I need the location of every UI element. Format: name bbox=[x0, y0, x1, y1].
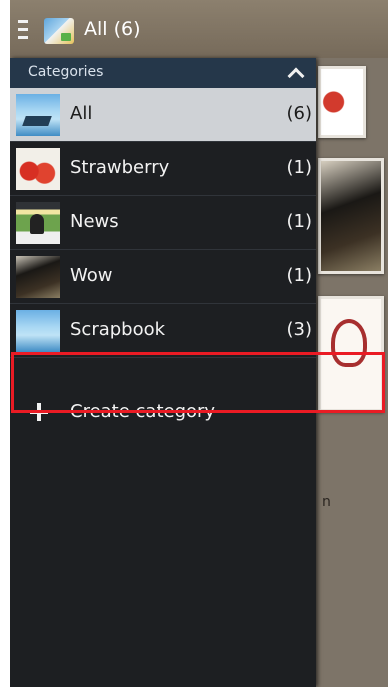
category-count: (3) bbox=[286, 319, 313, 340]
app-bar: All (6) bbox=[10, 0, 388, 58]
menu-icon[interactable] bbox=[18, 20, 30, 42]
category-name: News bbox=[70, 211, 119, 232]
chevron-up-icon[interactable] bbox=[287, 67, 305, 85]
category-thumbnail bbox=[16, 202, 60, 244]
category-name: Wow bbox=[70, 265, 113, 286]
background-thumbnail bbox=[318, 66, 366, 138]
drawer-header-label: Categories bbox=[28, 64, 104, 80]
category-count: (1) bbox=[286, 211, 313, 232]
screen: All (6) n Categories All (6) Strawberry … bbox=[10, 0, 388, 687]
category-name: Strawberry bbox=[70, 157, 170, 178]
category-thumbnail bbox=[16, 94, 60, 136]
category-count: (1) bbox=[286, 157, 313, 178]
background-caption: n bbox=[322, 494, 331, 510]
album-app-icon[interactable] bbox=[44, 18, 74, 44]
category-thumbnail bbox=[16, 148, 60, 190]
drawer-header[interactable]: Categories bbox=[10, 58, 316, 88]
category-item-news[interactable]: News (1) bbox=[10, 196, 316, 250]
background-thumbnail bbox=[318, 158, 384, 274]
app-title[interactable]: All (6) bbox=[84, 18, 141, 40]
category-name: Scrapbook bbox=[70, 319, 166, 340]
category-name: All bbox=[70, 103, 93, 124]
category-count: (1) bbox=[286, 265, 313, 286]
category-item-scrapbook[interactable]: Scrapbook (3) bbox=[10, 304, 316, 358]
category-count: (6) bbox=[286, 103, 313, 124]
category-thumbnail bbox=[16, 256, 60, 298]
category-item-all[interactable]: All (6) bbox=[10, 88, 316, 142]
category-thumbnail bbox=[16, 310, 60, 352]
category-item-strawberry[interactable]: Strawberry (1) bbox=[10, 142, 316, 196]
highlight-box bbox=[11, 352, 385, 413]
category-item-wow[interactable]: Wow (1) bbox=[10, 250, 316, 304]
